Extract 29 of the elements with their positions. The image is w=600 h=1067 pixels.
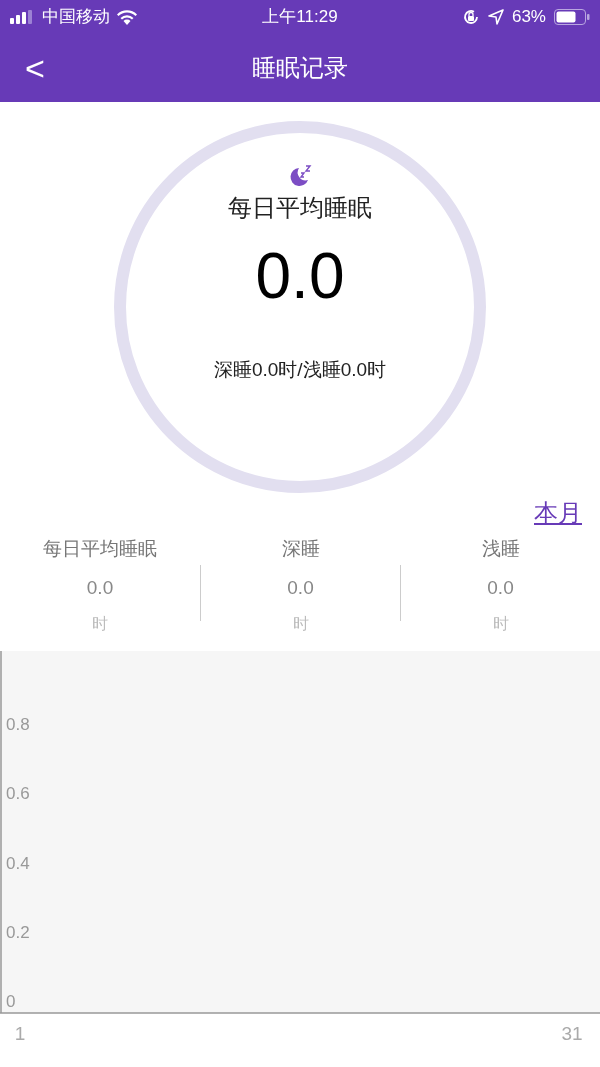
y-tick-label: 0.2	[6, 922, 30, 942]
page-title: 睡眠记录	[252, 53, 348, 83]
summary-detail: 深睡0.0时/浅睡0.0时	[213, 358, 387, 382]
stat-unit: 时	[292, 614, 309, 634]
stat-value: 0.0	[287, 575, 314, 600]
stat-value: 0.0	[487, 575, 514, 600]
x-tick-label: 1	[14, 1023, 26, 1044]
summary-value: 0.0	[255, 244, 345, 308]
y-tick-label: 0	[6, 991, 16, 1011]
x-tick-label: 31	[561, 1023, 583, 1044]
y-tick-label: 0.8	[6, 715, 30, 735]
clock-time: 上午11:29	[261, 6, 339, 29]
battery-icon	[554, 9, 590, 25]
stat-label: 每日平均睡眠	[43, 537, 157, 561]
y-tick-label: 0.4	[6, 853, 30, 873]
carrier-name: 中国移动	[42, 6, 110, 29]
rotation-lock-icon	[461, 8, 480, 26]
back-button[interactable]: <	[20, 46, 50, 90]
stat-unit: 时	[92, 614, 108, 634]
stat-label: 浅睡	[481, 537, 520, 561]
battery-percent: 63%	[511, 6, 546, 29]
summary-label: 每日平均睡眠	[228, 193, 372, 223]
y-tick-label: 0.6	[6, 784, 30, 804]
location-icon	[487, 9, 504, 25]
stat-value: 0.0	[86, 575, 114, 600]
wifi-icon	[116, 9, 138, 25]
stat-unit: 时	[492, 614, 509, 634]
stat-label: 深睡	[281, 537, 320, 561]
period-link[interactable]: 本月	[534, 495, 582, 531]
